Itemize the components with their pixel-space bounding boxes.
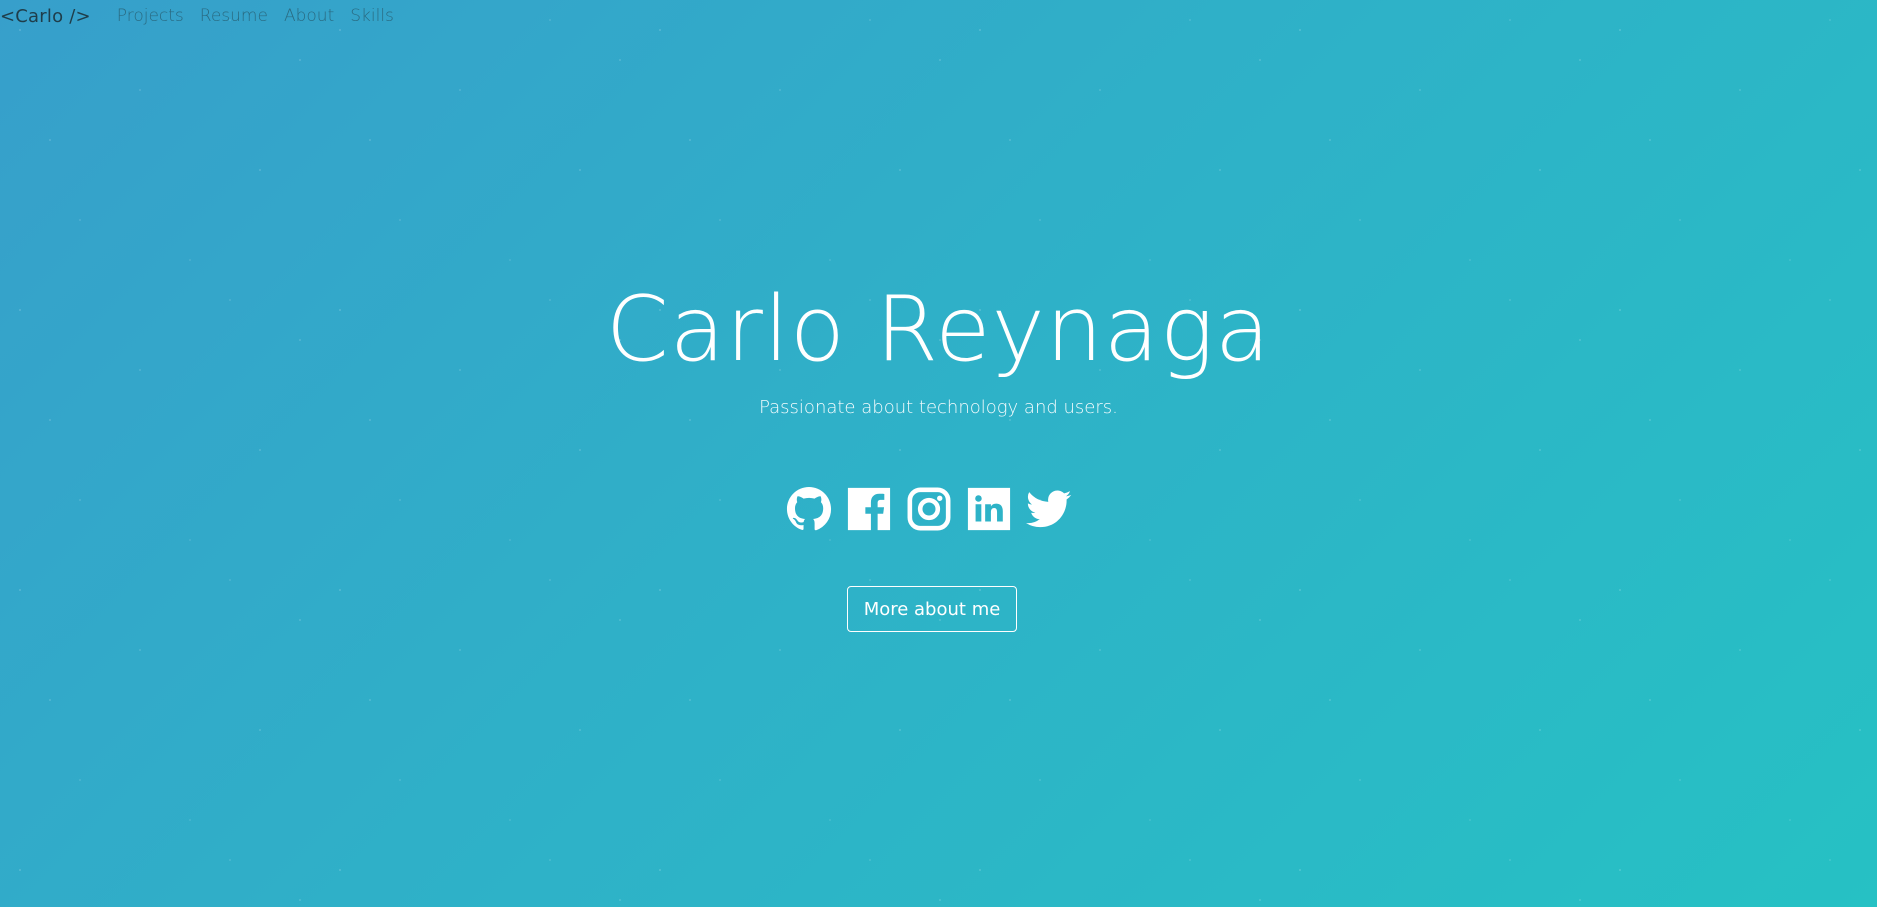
instagram-icon [907, 487, 951, 531]
hero-tagline: Passionate about technology and users. [759, 397, 1118, 418]
linkedin-link[interactable] [966, 486, 1012, 532]
twitter-link[interactable] [1026, 486, 1072, 532]
twitter-icon [1026, 490, 1072, 528]
instagram-link[interactable] [906, 486, 952, 532]
hero-section: Carlo Reynaga Passionate about technolog… [0, 0, 1877, 907]
hero-name: Carlo Reynaga [605, 277, 1272, 382]
facebook-link[interactable] [846, 486, 892, 532]
more-about-me-button[interactable]: More about me [847, 586, 1017, 632]
github-link[interactable] [786, 486, 832, 532]
github-icon [786, 486, 832, 531]
social-links [786, 486, 1086, 532]
facebook-icon [847, 487, 891, 531]
linkedin-icon [967, 487, 1011, 531]
